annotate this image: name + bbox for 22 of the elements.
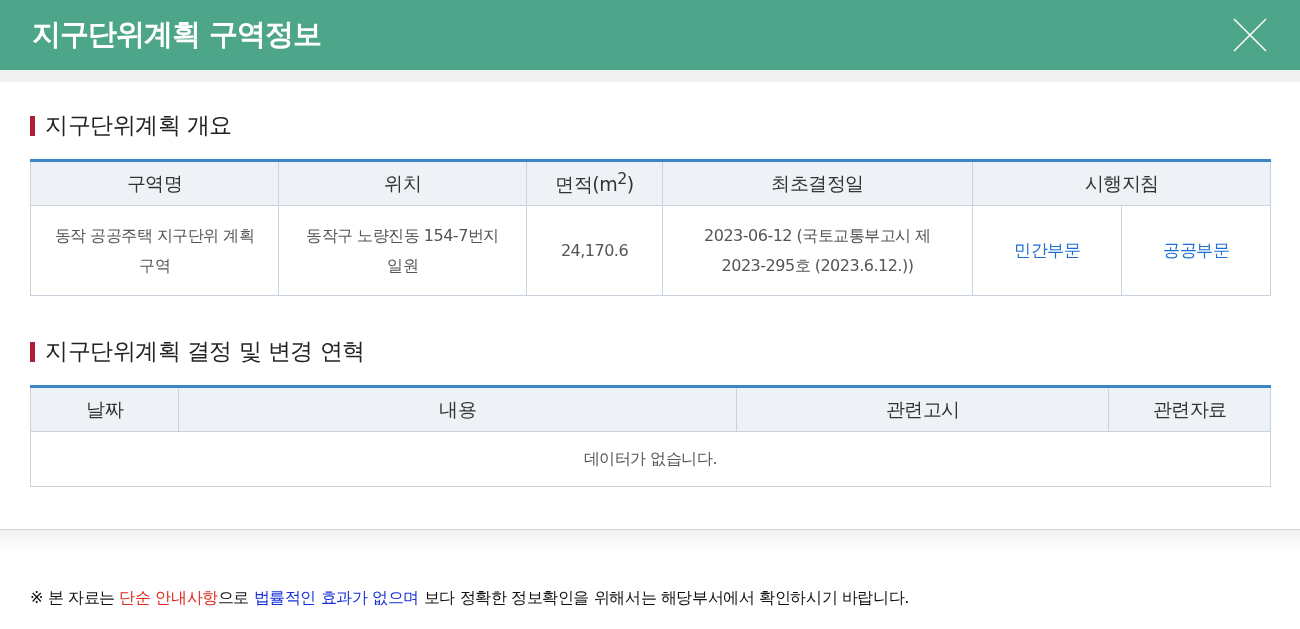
section-marker <box>30 115 35 136</box>
column-header: 관련고시 <box>736 386 1109 432</box>
table-cell: 2023-06-12 (국토교통부고시 제2023-295호 (2023.6.12.)) <box>662 205 973 296</box>
column-header: 위치 <box>278 160 527 206</box>
column-header: 구역명 <box>30 160 279 206</box>
column-header: 면적(m$^{2}$) <box>526 160 663 206</box>
guideline-link[interactable]: 민간부문 <box>1014 240 1080 260</box>
section-title: 지구단위계획 결정 및 변경 연혁 <box>45 337 365 366</box>
guideline-link[interactable]: 공공부문 <box>1163 240 1229 260</box>
table-cell: 24,170.6 <box>526 205 663 296</box>
empty-message: 데이터가 없습니다. <box>30 431 1271 487</box>
section-marker <box>30 341 35 362</box>
column-header: 내용 <box>178 386 737 432</box>
window-title: 지구단위계획 구역정보 <box>32 16 322 53</box>
table-cell: 동작 공공주택 지구단위 계획구역 <box>30 205 279 296</box>
section-title: 지구단위계획 개요 <box>45 111 232 140</box>
column-header: 최초결정일 <box>662 160 973 206</box>
disclaimer-note: ※ 본 자료는 단순 안내사항으로 법률적인 효과가 없으며 보다 정확한 정보확인을 위해서는 해당부서에서 확인하시기 바랍니다. <box>30 588 910 609</box>
column-header: 날짜 <box>30 386 179 432</box>
table-cell: 동작구 노량진동 154-7번지 일원 <box>278 205 527 296</box>
column-header: 관련자료 <box>1108 386 1271 432</box>
column-header: 시행지침 <box>972 160 1271 206</box>
